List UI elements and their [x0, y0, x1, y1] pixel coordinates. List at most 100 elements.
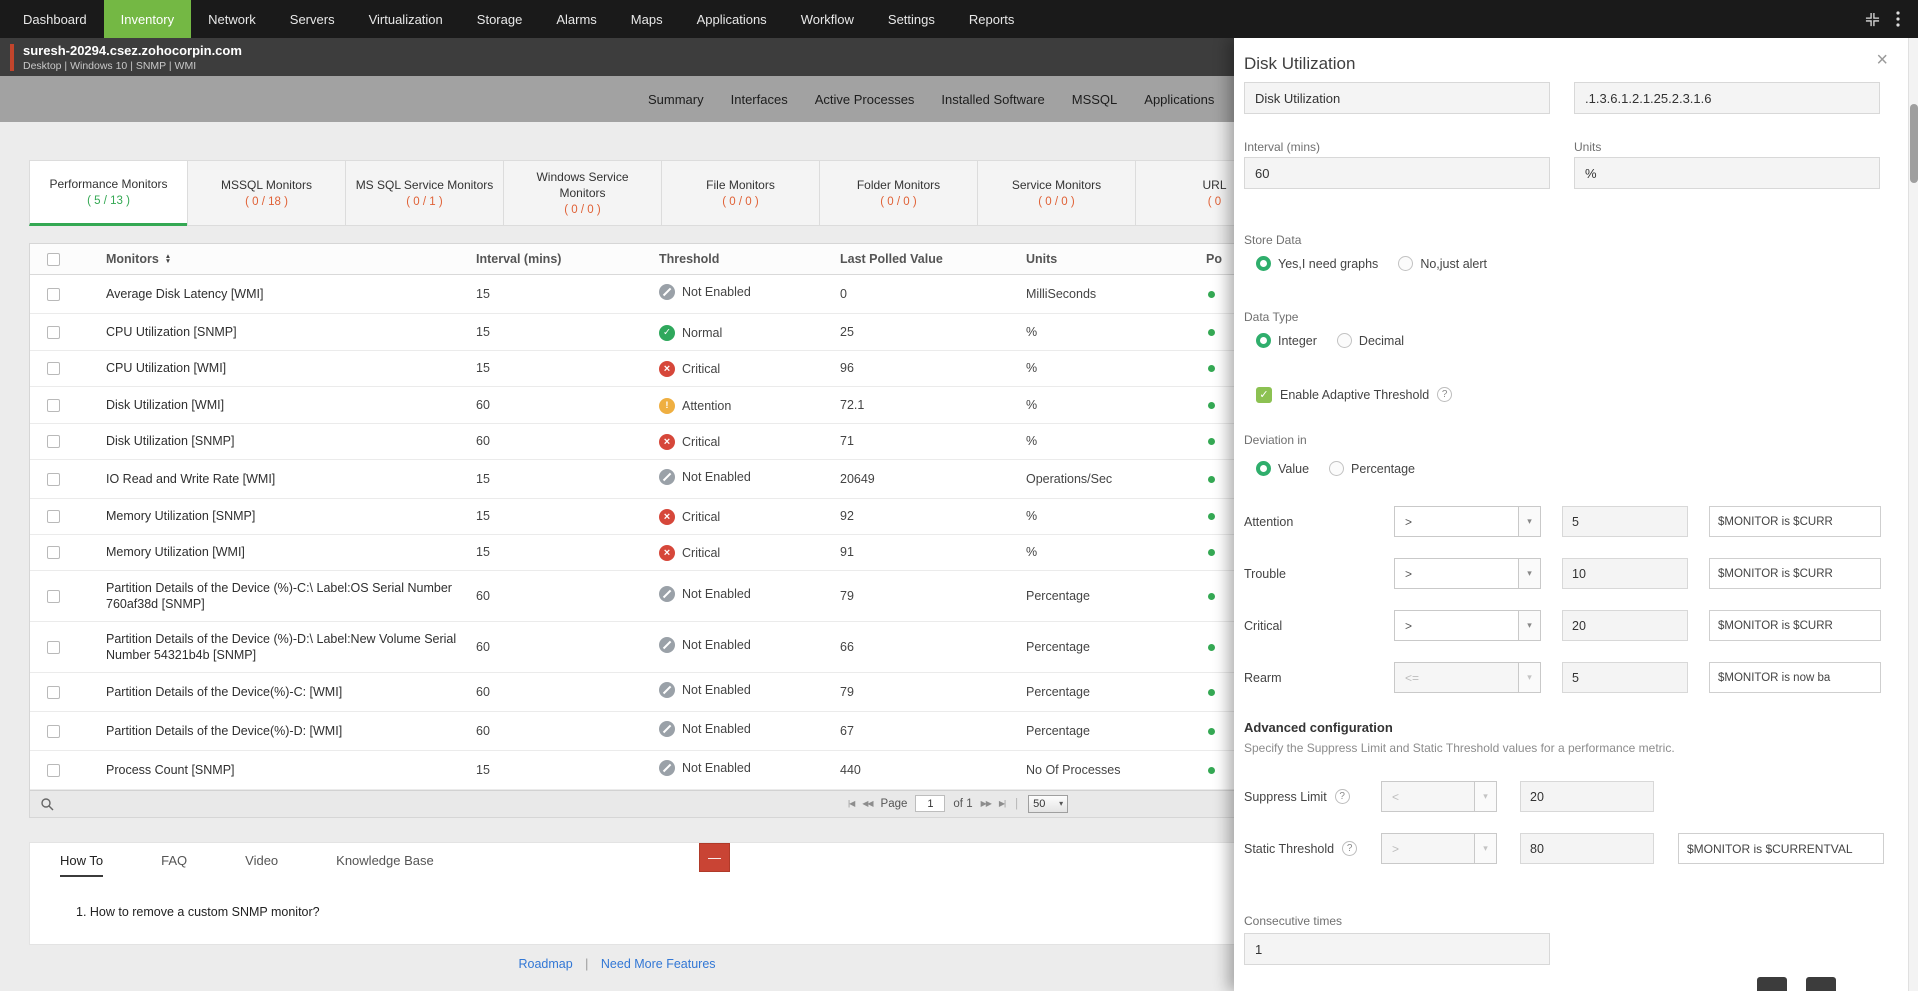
- row-checkbox[interactable]: [47, 362, 60, 376]
- adaptive-threshold-checkbox[interactable]: ✓: [1256, 386, 1272, 403]
- monitor-name-cell[interactable]: IO Read and Write Rate [WMI]: [88, 459, 476, 499]
- first-page-icon[interactable]: |◀: [848, 799, 855, 808]
- attention-operator-select[interactable]: > ▾: [1394, 506, 1541, 537]
- trouble-value-input[interactable]: [1562, 558, 1688, 589]
- row-checkbox[interactable]: [47, 510, 60, 524]
- row-checkbox[interactable]: [47, 640, 60, 654]
- monitor-tab-performance-monitors[interactable]: Performance Monitors ( 5 / 13 ): [29, 160, 188, 226]
- nav-item-servers[interactable]: Servers: [273, 0, 352, 38]
- nav-item-dashboard[interactable]: Dashboard: [6, 0, 104, 38]
- nav-item-maps[interactable]: Maps: [614, 0, 680, 38]
- row-checkbox[interactable]: [47, 546, 60, 560]
- search-icon[interactable]: [40, 797, 54, 811]
- oid-input[interactable]: [1574, 82, 1880, 114]
- monitor-tab-mssql-monitors[interactable]: MSSQL Monitors ( 0 / 18 ): [187, 160, 346, 226]
- row-checkbox[interactable]: [47, 325, 60, 339]
- collapse-icon[interactable]: [1865, 12, 1880, 27]
- row-checkbox[interactable]: [47, 435, 60, 449]
- critical-operator-select[interactable]: > ▾: [1394, 610, 1541, 641]
- sort-icon[interactable]: ▲ ▼: [165, 253, 171, 265]
- trouble-message-input[interactable]: [1709, 558, 1881, 589]
- panel-action-button-partial[interactable]: [1757, 977, 1787, 991]
- monitor-name-input[interactable]: [1244, 82, 1550, 114]
- more-menu-icon[interactable]: [1896, 11, 1900, 27]
- row-checkbox[interactable]: [47, 724, 60, 738]
- nav-item-inventory[interactable]: Inventory: [103, 0, 192, 38]
- nav-item-applications[interactable]: Applications: [680, 0, 784, 38]
- rearm-message-input[interactable]: [1709, 662, 1881, 693]
- nav-item-reports[interactable]: Reports: [952, 0, 1032, 38]
- store-data-option-no-just-alert[interactable]: No,just alert: [1398, 256, 1487, 271]
- monitor-name-cell[interactable]: Average Disk Latency [WMI]: [88, 274, 476, 314]
- deviation-option-value[interactable]: Value: [1256, 461, 1309, 476]
- page-tab-interfaces[interactable]: Interfaces: [731, 92, 788, 107]
- page-size-select[interactable]: 50 ▾: [1028, 794, 1069, 813]
- page-tab-installed-software[interactable]: Installed Software: [941, 92, 1044, 107]
- radio-icon[interactable]: [1329, 461, 1345, 476]
- data-type-option-decimal[interactable]: Decimal: [1336, 333, 1404, 348]
- row-checkbox[interactable]: [47, 398, 60, 412]
- last-page-icon[interactable]: ▶|: [999, 799, 1006, 808]
- suppress-limit-value-input[interactable]: [1520, 781, 1654, 812]
- prev-page-icon[interactable]: ◀◀: [862, 799, 873, 808]
- radio-icon[interactable]: [1256, 333, 1271, 348]
- attention-message-input[interactable]: [1709, 506, 1881, 537]
- trouble-operator-select[interactable]: > ▾: [1394, 558, 1541, 589]
- help-tab-video[interactable]: Video: [245, 853, 278, 877]
- scrollbar-thumb[interactable]: [1910, 104, 1918, 183]
- consecutive-times-input[interactable]: [1244, 933, 1550, 965]
- monitor-tab-ms-sql-service-monitors[interactable]: MS SQL Service Monitors ( 0 / 1 ): [345, 160, 504, 226]
- monitor-name-cell[interactable]: Memory Utilization [SNMP]: [88, 498, 476, 535]
- attention-value-input[interactable]: [1562, 506, 1688, 537]
- store-data-option-yes-i-need-graphs[interactable]: Yes,I need graphs: [1256, 256, 1378, 271]
- critical-value-input[interactable]: [1562, 610, 1688, 641]
- remove-help-button[interactable]: —: [699, 843, 730, 872]
- monitor-name-cell[interactable]: Partition Details of the Device(%)-C: [W…: [88, 672, 476, 712]
- roadmap-link[interactable]: Roadmap: [518, 957, 572, 971]
- nav-item-virtualization[interactable]: Virtualization: [352, 0, 460, 38]
- page-tab-mssql[interactable]: MSSQL: [1072, 92, 1118, 107]
- panel-scrollbar[interactable]: [1908, 38, 1918, 991]
- page-number-input[interactable]: [915, 795, 946, 812]
- monitor-name-cell[interactable]: Disk Utilization [WMI]: [88, 386, 476, 424]
- next-page-icon[interactable]: ▶▶: [981, 799, 992, 808]
- panel-action-button-partial[interactable]: [1806, 977, 1836, 991]
- help-icon[interactable]: ?: [1342, 841, 1358, 856]
- help-tab-faq[interactable]: FAQ: [161, 853, 187, 877]
- nav-item-alarms[interactable]: Alarms: [539, 0, 613, 38]
- monitor-tab-folder-monitors[interactable]: Folder Monitors ( 0 / 0 ): [819, 160, 978, 226]
- units-input[interactable]: [1574, 157, 1880, 189]
- monitor-name-cell[interactable]: Partition Details of the Device(%)-D: [W…: [88, 711, 476, 751]
- row-checkbox[interactable]: [47, 685, 60, 699]
- close-icon[interactable]: ×: [1876, 50, 1888, 70]
- monitor-name-cell[interactable]: Partition Details of the Device (%)-C:\ …: [88, 570, 476, 622]
- monitor-name-cell[interactable]: Disk Utilization [SNMP]: [88, 423, 476, 460]
- rearm-value-input[interactable]: [1562, 662, 1688, 693]
- monitor-tab-windows-service-monitors[interactable]: Windows Service Monitors ( 0 / 0 ): [503, 160, 662, 226]
- page-tab-summary[interactable]: Summary: [648, 92, 704, 107]
- radio-icon[interactable]: [1256, 461, 1271, 476]
- row-checkbox[interactable]: [47, 287, 60, 301]
- help-tab-knowledge-base[interactable]: Knowledge Base: [336, 853, 434, 877]
- help-question[interactable]: 1. How to remove a custom SNMP monitor?: [76, 905, 320, 919]
- row-checkbox[interactable]: [47, 589, 60, 603]
- select-all-checkbox[interactable]: [47, 252, 60, 266]
- monitor-name-cell[interactable]: CPU Utilization [SNMP]: [88, 313, 476, 351]
- row-checkbox[interactable]: [47, 763, 60, 777]
- monitor-name-cell[interactable]: Partition Details of the Device (%)-D:\ …: [88, 621, 476, 673]
- critical-message-input[interactable]: [1709, 610, 1881, 641]
- data-type-option-integer[interactable]: Integer: [1256, 333, 1317, 348]
- monitor-name-cell[interactable]: Process Count [SNMP]: [88, 750, 476, 790]
- static-threshold-value-input[interactable]: [1520, 833, 1654, 864]
- nav-item-workflow[interactable]: Workflow: [784, 0, 871, 38]
- radio-icon[interactable]: [1256, 256, 1271, 271]
- radio-icon[interactable]: [1398, 256, 1414, 271]
- need-more-features-link[interactable]: Need More Features: [601, 957, 716, 971]
- radio-icon[interactable]: [1336, 333, 1352, 348]
- monitor-name-cell[interactable]: CPU Utilization [WMI]: [88, 350, 476, 387]
- deviation-option-percentage[interactable]: Percentage: [1329, 461, 1415, 476]
- monitor-name-cell[interactable]: Memory Utilization [WMI]: [88, 534, 476, 571]
- help-tab-how-to[interactable]: How To: [60, 853, 104, 877]
- help-icon[interactable]: ?: [1334, 789, 1350, 804]
- row-checkbox[interactable]: [47, 472, 60, 486]
